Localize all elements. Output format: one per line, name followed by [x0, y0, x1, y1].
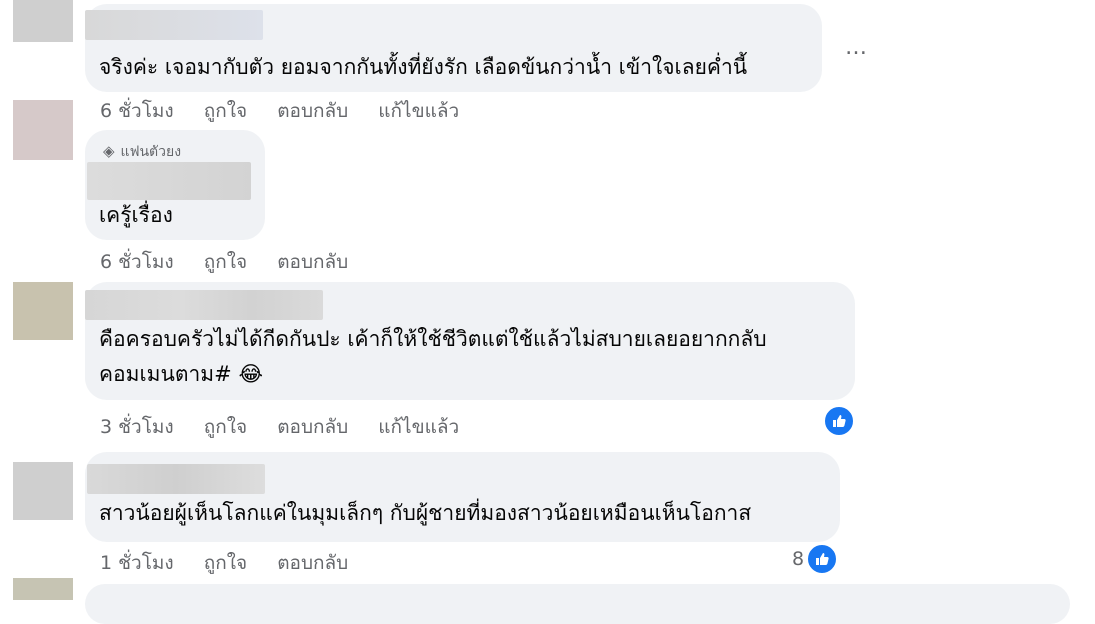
comment-text: เครู้เรื่อง — [99, 203, 173, 227]
reaction-summary[interactable]: 8 — [792, 543, 839, 575]
avatar[interactable] — [13, 282, 73, 340]
comment-meta: 6 ชั่วโมง ถูกใจ ตอบกลับ แก้ไขแล้ว — [100, 96, 483, 126]
commenter-name[interactable] — [87, 464, 265, 494]
reply-button[interactable]: ตอบกลับ — [277, 251, 348, 273]
more-options-icon[interactable]: … — [845, 35, 869, 60]
comment-time[interactable]: 1 ชั่วโมง — [100, 552, 174, 574]
edited-label[interactable]: แก้ไขแล้ว — [378, 100, 459, 122]
avatar[interactable] — [13, 462, 73, 520]
comment-meta: 3 ชั่วโมง ถูกใจ ตอบกลับ แก้ไขแล้ว — [100, 412, 483, 442]
reply-button[interactable]: ตอบกลับ — [277, 416, 348, 438]
laughing-emoji-icon: 😂 — [238, 362, 263, 386]
comment-meta: 6 ชั่วโมง ถูกใจ ตอบกลับ — [100, 247, 372, 277]
like-button[interactable]: ถูกใจ — [204, 100, 247, 122]
comment-time[interactable]: 6 ชั่วโมง — [100, 100, 174, 122]
top-fan-badge: ◈ แฟนตัวยง — [103, 141, 181, 163]
avatar[interactable] — [13, 578, 73, 600]
comment-time[interactable]: 3 ชั่วโมง — [100, 416, 174, 438]
avatar[interactable] — [13, 0, 73, 42]
commenter-name[interactable] — [85, 290, 323, 320]
commenter-name[interactable] — [87, 162, 251, 200]
comment-time[interactable]: 6 ชั่วโมง — [100, 251, 174, 273]
comment-bubble: คือครอบครัวไม่ได้กีดกันปะ เค้าก็ให้ใช้ชี… — [85, 282, 855, 400]
like-button[interactable]: ถูกใจ — [204, 552, 247, 574]
comment-text: จริงค่ะ เจอมากับตัว ยอมจากกันทั้งที่ยังร… — [99, 55, 748, 79]
avatar[interactable] — [13, 100, 73, 160]
comment-bubble: จริงค่ะ เจอมากับตัว ยอมจากกันทั้งที่ยังร… — [85, 4, 822, 92]
comment-text: คอมเมนตาม# — [99, 362, 232, 386]
like-button[interactable]: ถูกใจ — [204, 251, 247, 273]
badge-label: แฟนตัวยง — [120, 144, 182, 160]
comment-text: สาวน้อยผู้เห็นโลกแค่ในมุมเล็กๆ กับผู้ชาย… — [99, 501, 752, 525]
edited-label[interactable]: แก้ไขแล้ว — [378, 416, 459, 438]
comment-text-line-1: คือครอบครัวไม่ได้กีดกันปะ เค้าก็ให้ใช้ชี… — [99, 327, 767, 351]
like-reaction-icon — [806, 543, 839, 575]
comment-meta: 1 ชั่วโมง ถูกใจ ตอบกลับ — [100, 548, 372, 578]
like-reaction-icon[interactable] — [823, 405, 855, 437]
diamond-icon: ◈ — [103, 142, 115, 160]
comment-text-line-2: คอมเมนตาม# 😂 — [99, 355, 263, 393]
reaction-count: 8 — [792, 548, 805, 570]
commenter-name[interactable] — [85, 10, 263, 40]
reply-button[interactable]: ตอบกลับ — [277, 100, 348, 122]
reply-button[interactable]: ตอบกลับ — [277, 552, 348, 574]
like-button[interactable]: ถูกใจ — [204, 416, 247, 438]
comment-bubble: สาวน้อยผู้เห็นโลกแค่ในมุมเล็กๆ กับผู้ชาย… — [85, 452, 840, 542]
comment-bubble — [85, 584, 1070, 624]
